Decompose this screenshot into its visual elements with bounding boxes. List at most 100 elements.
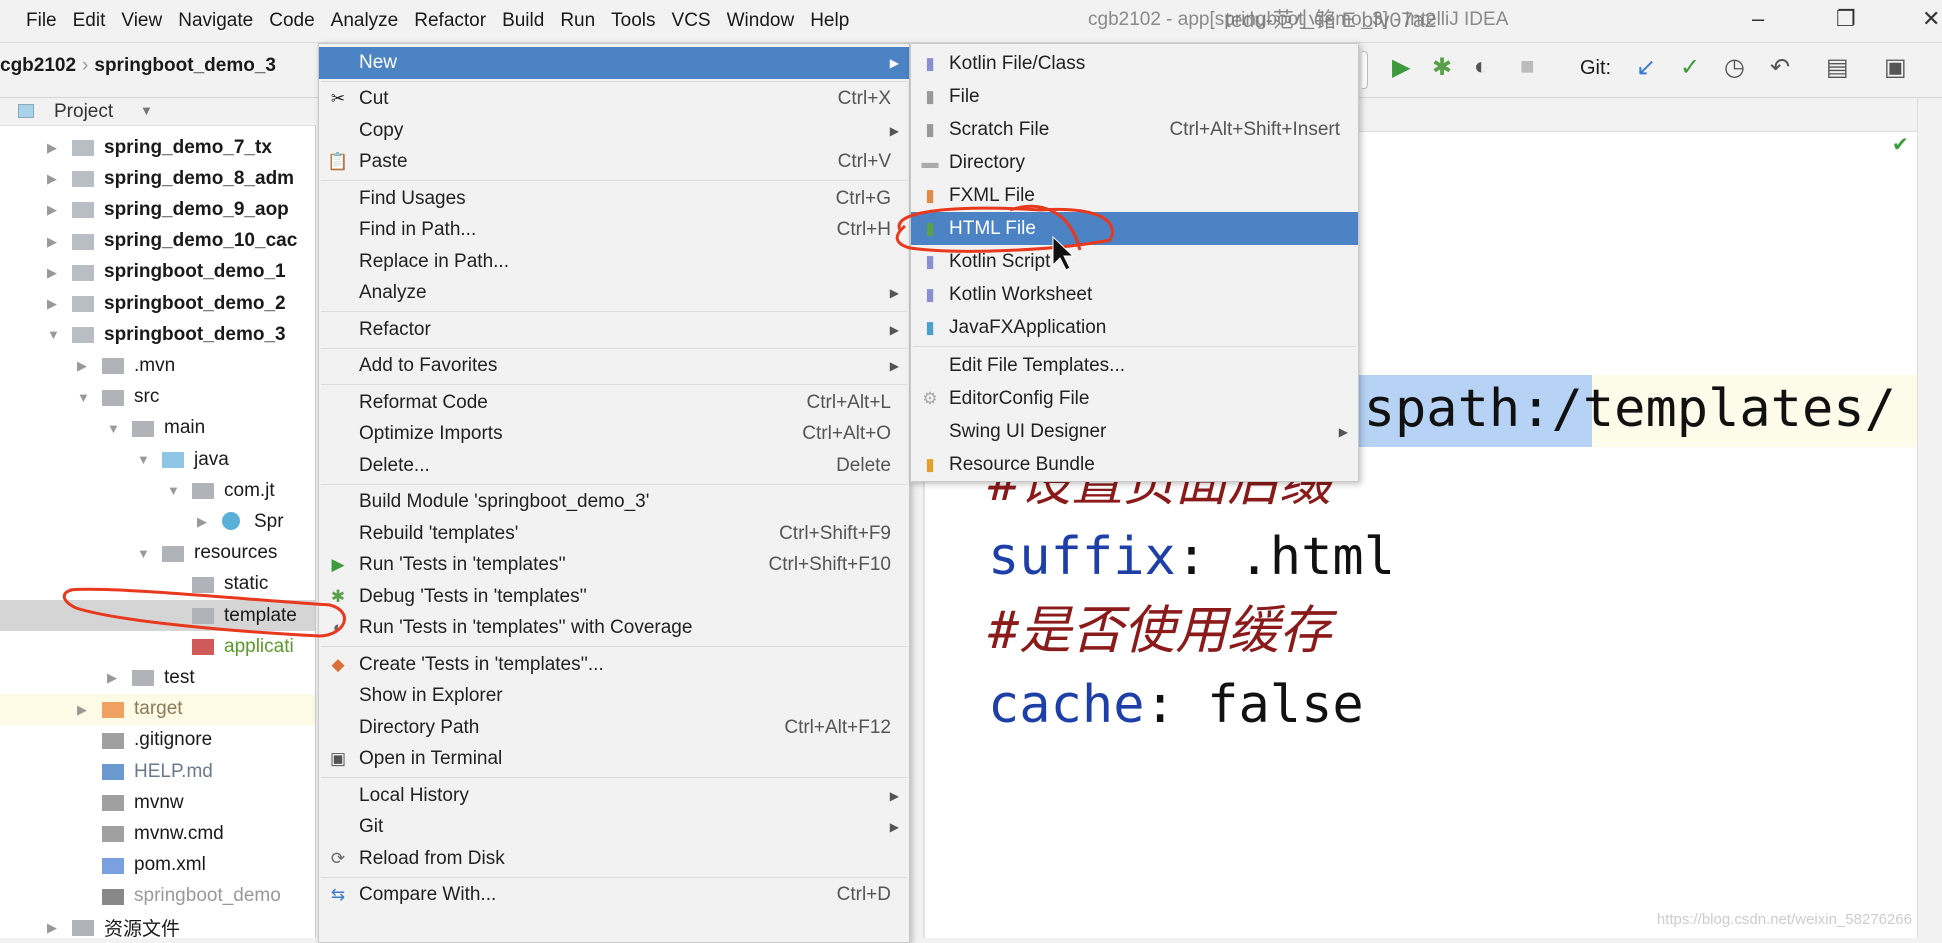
chevron-right-icon[interactable]: ▶	[47, 140, 57, 156]
tree-item[interactable]: mvnw	[0, 787, 315, 818]
menu-item-paste[interactable]: 📋 Paste Ctrl+V	[319, 147, 909, 179]
menu-help[interactable]: Help	[802, 10, 857, 32]
chevron-down-icon[interactable]: ▼	[167, 483, 180, 498]
breadcrumb-item[interactable]: cgb2102	[0, 55, 76, 76]
menu-item-directory[interactable]: ▬ Directory	[911, 146, 1358, 179]
chevron-right-icon[interactable]: ▶	[47, 202, 57, 218]
menu-run[interactable]: Run	[552, 10, 603, 32]
menu-item-file[interactable]: ▮ File	[911, 80, 1358, 113]
run-icon[interactable]: ▶	[1392, 53, 1410, 82]
chevron-right-icon[interactable]: ▶	[47, 265, 57, 281]
tree-item[interactable]: ▶ springboot_demo_2	[0, 288, 315, 319]
minimize-button[interactable]: –	[1752, 6, 1764, 32]
menu-item-run-tests-in-templates[interactable]: ▶ Run 'Tests in 'templates'' Ctrl+Shift+F1…	[319, 550, 909, 582]
chevron-right-icon[interactable]: ▶	[47, 234, 57, 250]
menu-item-editorconfig-file[interactable]: ⚙ EditorConfig File	[911, 382, 1358, 415]
menu-item-kotlin-worksheet[interactable]: ▮ Kotlin Worksheet	[911, 278, 1358, 311]
menu-item-fxml-file[interactable]: ▮ FXML File	[911, 179, 1358, 212]
tree-item[interactable]: .gitignore	[0, 725, 315, 756]
tree-item[interactable]: ▶ .mvn	[0, 350, 315, 381]
menu-item-copy[interactable]: Copy ▶	[319, 115, 909, 147]
menu-item-find-in-path[interactable]: Find in Path... Ctrl+H	[319, 215, 909, 247]
menu-item-scratch-file[interactable]: ▮ Scratch File Ctrl+Alt+Shift+Insert	[911, 113, 1358, 146]
tree-item[interactable]: template	[0, 600, 315, 631]
restore-button[interactable]: ❐	[1836, 6, 1856, 32]
tree-item[interactable]: ▶ spring_demo_9_aop	[0, 194, 315, 225]
tree-item[interactable]: ▼ src	[0, 382, 315, 413]
stop-icon[interactable]: ■	[1520, 53, 1535, 81]
menu-navigate[interactable]: Navigate	[170, 10, 261, 32]
menu-analyze[interactable]: Analyze	[323, 10, 407, 32]
tree-item[interactable]: ▼ com.jt	[0, 475, 315, 506]
chevron-down-icon[interactable]: ▼	[140, 103, 153, 118]
chevron-right-icon[interactable]: ▶	[197, 514, 207, 530]
chevron-right-icon[interactable]: ▶	[47, 171, 57, 187]
menu-item-add-to-favorites[interactable]: Add to Favorites ▶	[319, 351, 909, 383]
menu-build[interactable]: Build	[494, 10, 552, 32]
menu-item-javafxapplication[interactable]: ▮ JavaFXApplication	[911, 311, 1358, 344]
menu-item-find-usages[interactable]: Find Usages Ctrl+G	[319, 183, 909, 215]
menu-item-kotlin-script[interactable]: ▮ Kotlin Script	[911, 245, 1358, 278]
debug-icon[interactable]: ✱	[1432, 53, 1452, 82]
tree-item[interactable]: ▶ springboot_demo_1	[0, 257, 315, 288]
chevron-right-icon[interactable]: ▶	[47, 920, 57, 936]
menu-item-git[interactable]: Git ▶	[319, 812, 909, 844]
menu-item-create-tests-in-templates[interactable]: ◆ Create 'Tests in 'templates''...	[319, 649, 909, 681]
chevron-down-icon[interactable]: ▼	[137, 452, 150, 467]
menu-item-cut[interactable]: ✂ Cut Ctrl+X	[319, 84, 909, 116]
history-icon[interactable]: ◷	[1724, 53, 1745, 82]
menu-item-show-in-explorer[interactable]: Show in Explorer	[319, 681, 909, 713]
menu-item-analyze[interactable]: Analyze ▶	[319, 278, 909, 310]
menu-item-resource-bundle[interactable]: ▮ Resource Bundle	[911, 448, 1358, 481]
tree-item[interactable]: springboot_demo	[0, 881, 315, 912]
menu-item-replace-in-path[interactable]: Replace in Path...	[319, 246, 909, 278]
menu-tools[interactable]: Tools	[603, 10, 663, 32]
menu-item-reload-from-disk[interactable]: ⟳ Reload from Disk	[319, 843, 909, 875]
menu-item-html-file[interactable]: ▮ HTML File	[911, 212, 1358, 245]
coverage-icon[interactable]: ◐	[1474, 53, 1489, 81]
chevron-right-icon[interactable]: ▶	[77, 358, 87, 374]
tree-item[interactable]: ▶ target	[0, 693, 315, 725]
menu-item-swing-ui-designer[interactable]: Swing UI Designer ▶	[911, 415, 1358, 448]
chevron-down-icon[interactable]: ▼	[77, 390, 90, 405]
menu-window[interactable]: Window	[719, 10, 803, 32]
git-commit-icon[interactable]: ✓	[1680, 53, 1700, 82]
menu-view[interactable]: View	[113, 10, 170, 32]
menu-item-delete[interactable]: Delete... Delete	[319, 450, 909, 482]
tree-item[interactable]: ▶ test	[0, 662, 315, 693]
menu-item-new[interactable]: New ▶	[319, 47, 909, 79]
menu-refactor[interactable]: Refactor	[406, 10, 494, 32]
project-structure-icon[interactable]: ▤	[1826, 53, 1849, 82]
close-button[interactable]: ✕	[1922, 6, 1940, 32]
tree-item[interactable]: mvnw.cmd	[0, 818, 315, 849]
tree-item[interactable]: ▶ spring_demo_8_adm	[0, 163, 315, 194]
run-config-combo[interactable]	[1362, 51, 1368, 89]
menu-item-refactor[interactable]: Refactor ▶	[319, 314, 909, 346]
menu-file[interactable]: File	[0, 10, 65, 32]
tree-item[interactable]: applicati	[0, 631, 315, 662]
tree-item[interactable]: ▶ 资源文件	[0, 912, 315, 938]
tree-item[interactable]: static	[0, 569, 315, 600]
menu-item-edit-file-templates[interactable]: Edit File Templates...	[911, 349, 1358, 382]
tree-item[interactable]: HELP.md	[0, 756, 315, 787]
project-panel-header[interactable]: Project ▼	[0, 98, 316, 126]
chevron-down-icon[interactable]: ▼	[47, 327, 60, 342]
rollback-icon[interactable]: ↶	[1770, 53, 1790, 82]
git-update-icon[interactable]: ↙	[1636, 53, 1656, 82]
chevron-down-icon[interactable]: ▼	[137, 546, 150, 561]
menu-item-local-history[interactable]: Local History ▶	[319, 780, 909, 812]
chevron-right-icon[interactable]: ▶	[107, 670, 117, 686]
tree-item[interactable]: ▶ spring_demo_7_tx	[0, 132, 315, 163]
menu-item-rebuild-templates[interactable]: Rebuild 'templates' Ctrl+Shift+F9	[319, 518, 909, 550]
tree-item[interactable]: ▼ springboot_demo_3	[0, 319, 315, 350]
tree-item[interactable]: ▼ main	[0, 413, 315, 444]
tree-item[interactable]: pom.xml	[0, 850, 315, 881]
menu-item-compare-with[interactable]: ⇆ Compare With... Ctrl+D	[319, 880, 909, 912]
chevron-right-icon[interactable]: ▶	[47, 296, 57, 312]
menu-item-build-module-springboot-demo-3[interactable]: Build Module 'springboot_demo_3'	[319, 487, 909, 519]
menu-item-directory-path[interactable]: Directory Path Ctrl+Alt+F12	[319, 712, 909, 744]
menu-code[interactable]: Code	[261, 10, 322, 32]
menu-item-run-tests-in-templates-with-coverage[interactable]: ◐ Run 'Tests in 'templates'' with Coverag…	[319, 613, 909, 645]
tree-item[interactable]: ▼ resources	[0, 538, 315, 569]
menu-item-kotlin-file-class[interactable]: ▮ Kotlin File/Class	[911, 47, 1358, 80]
